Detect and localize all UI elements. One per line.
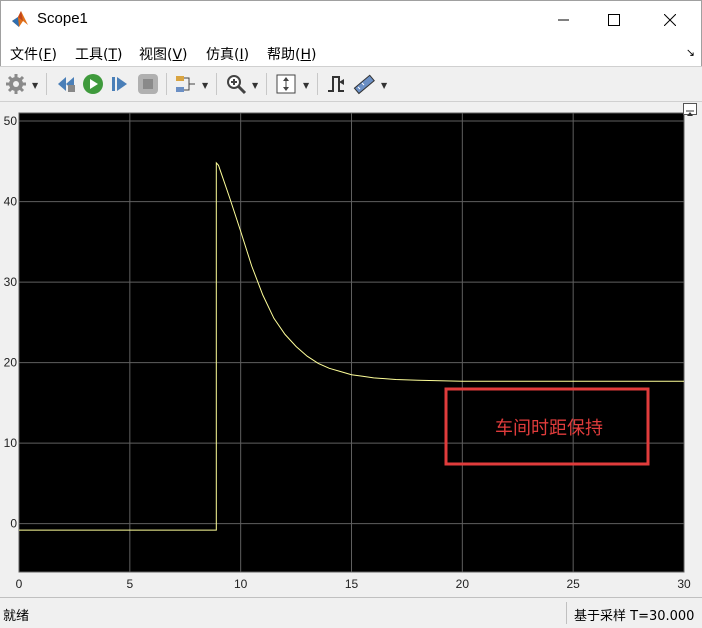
toolbar-separator	[317, 73, 318, 95]
autoscale-icon[interactable]	[275, 73, 297, 95]
measure-icon[interactable]	[353, 73, 375, 95]
toolbar-separator	[46, 73, 47, 95]
settings-gear-icon[interactable]	[5, 73, 27, 95]
y-tick-label: 10	[4, 436, 18, 450]
y-tick-label: 50	[4, 114, 18, 128]
signal-selector-dropdown-icon[interactable]: ▼	[202, 81, 208, 90]
x-tick-label: 10	[234, 577, 248, 591]
toolbar-separator	[266, 73, 267, 95]
title-bar: Scope1	[0, 0, 702, 38]
signal-selector-icon[interactable]	[174, 73, 196, 95]
menu-bar: 文件(F) 工具(T) 视图(V) 仿真(I) 帮助(H) ↘	[0, 38, 702, 66]
minimize-button[interactable]	[541, 1, 587, 39]
close-icon	[664, 14, 676, 26]
y-tick-label: 30	[4, 275, 18, 289]
menu-tools[interactable]: 工具(T)	[75, 44, 123, 64]
x-tick-label: 5	[126, 577, 133, 591]
y-tick-label: 40	[4, 195, 18, 209]
y-tick-label: 20	[4, 356, 18, 370]
menu-file[interactable]: 文件(F)	[10, 44, 57, 64]
menu-help[interactable]: 帮助(H)	[267, 44, 316, 64]
maximize-icon	[608, 14, 620, 26]
zoom-in-icon[interactable]	[225, 73, 247, 95]
zoom-dropdown-icon[interactable]: ▼	[252, 81, 258, 90]
x-tick-label: 15	[345, 577, 359, 591]
menu-view[interactable]: 视图(V)	[139, 44, 188, 64]
x-tick-label: 0	[16, 577, 23, 591]
minimize-icon	[558, 19, 569, 21]
close-button[interactable]	[647, 1, 693, 39]
y-tick-label: 0	[10, 517, 17, 531]
window-title: Scope1	[37, 10, 88, 27]
x-tick-label: 30	[677, 577, 691, 591]
trigger-icon[interactable]	[325, 73, 347, 95]
status-sample-time: 基于采样 T=30.000	[574, 609, 695, 624]
step-back-icon[interactable]	[55, 73, 77, 95]
x-tick-label: 25	[566, 577, 580, 591]
matlab-logo-icon	[12, 11, 28, 27]
autoscale-dropdown-icon[interactable]: ▼	[303, 81, 309, 90]
status-ready: 就绪	[3, 609, 30, 624]
expand-icon	[686, 110, 694, 116]
toolbar-separator	[216, 73, 217, 95]
run-icon[interactable]	[82, 73, 104, 95]
status-bar: 就绪 基于采样 T=30.000	[0, 597, 702, 628]
measure-dropdown-icon[interactable]: ▼	[381, 81, 387, 90]
toolbar-separator	[166, 73, 167, 95]
status-divider	[566, 602, 567, 624]
settings-dropdown-icon[interactable]: ▼	[32, 81, 38, 90]
maximize-button[interactable]	[591, 1, 637, 39]
toolbar: ▼ ▼ ▼ ▼ ▼	[0, 66, 702, 102]
scope-chart[interactable]: 0 5 10 15 20 25 30 0 10 20 30 40 50 车间时距保持	[0, 102, 702, 597]
menu-simulation[interactable]: 仿真(I)	[206, 44, 249, 64]
dock-arrow-icon[interactable]: ↘	[686, 46, 695, 59]
step-forward-icon[interactable]	[109, 73, 131, 95]
x-tick-label: 20	[456, 577, 470, 591]
restore-axes-button[interactable]	[683, 103, 697, 116]
stop-icon[interactable]	[137, 73, 159, 95]
scope-plot-area: 0 5 10 15 20 25 30 0 10 20 30 40 50 车间时距保持	[0, 102, 702, 597]
annotation-text: 车间时距保持	[495, 418, 603, 439]
